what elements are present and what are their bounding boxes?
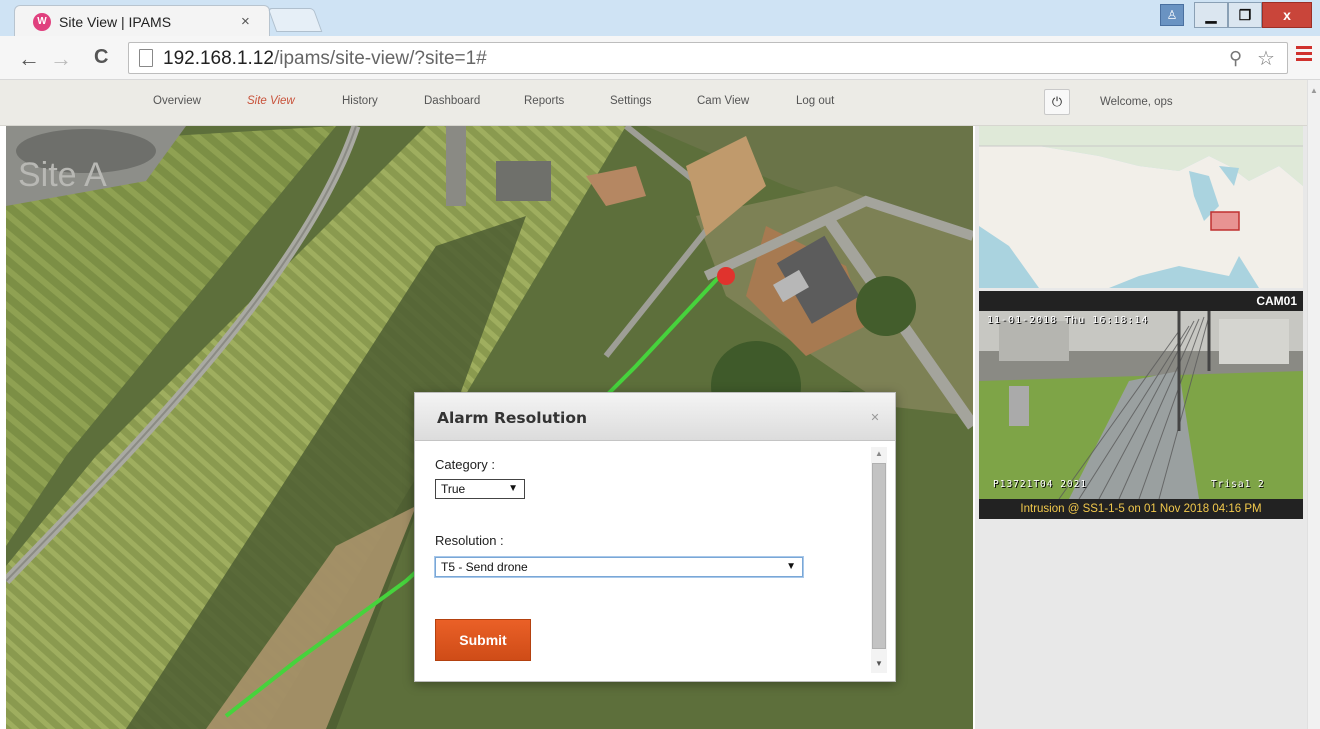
- power-icon[interactable]: ⏻: [1044, 89, 1070, 115]
- dialog-scrollbar[interactable]: ▲ ▼: [871, 447, 887, 673]
- reload-icon[interactable]: C: [94, 46, 108, 69]
- scroll-thumb[interactable]: [872, 463, 886, 649]
- category-label: Category :: [435, 457, 495, 472]
- window-close-button[interactable]: x: [1262, 2, 1312, 28]
- resolution-value: T5 - Send drone: [441, 560, 528, 574]
- side-panel: CAM01 11-01-2018 Thu 16:18:14 P13721T04 …: [975, 126, 1307, 729]
- welcome-text: Welcome, ops: [1100, 96, 1173, 108]
- page-icon: [139, 49, 153, 67]
- camera-timestamp: 11-01-2018 Thu 16:18:14: [987, 315, 1149, 326]
- camera-image: 11-01-2018 Thu 16:18:14 P13721T04 2021 T…: [979, 311, 1303, 499]
- site-location-marker: [1210, 211, 1240, 231]
- alarm-marker[interactable]: [717, 267, 735, 285]
- camera-overlay-right: Trisa1 2: [1211, 479, 1265, 490]
- nav-dashboard[interactable]: Dashboard: [424, 95, 480, 107]
- url-text: 192.168.1.12/ipams/site-view/?site=1#: [163, 48, 487, 70]
- app-nav-bar: Overview Site View History Dashboard Rep…: [0, 80, 1307, 126]
- resolution-label: Resolution :: [435, 533, 504, 548]
- back-arrow-icon[interactable]: ←: [18, 46, 40, 72]
- camera-name: CAM01: [1256, 294, 1297, 308]
- map-site-label: Site A: [18, 156, 107, 194]
- new-tab-button[interactable]: [267, 8, 323, 32]
- nav-reports[interactable]: Reports: [524, 95, 564, 107]
- intrusion-caption: Intrusion @ SS1-1-5 on 01 Nov 2018 04:16…: [1020, 503, 1262, 515]
- nav-settings[interactable]: Settings: [610, 95, 652, 107]
- url-host: 192.168.1.12: [163, 48, 274, 69]
- nav-history[interactable]: History: [342, 95, 378, 107]
- alarm-resolution-dialog: Alarm Resolution ✕ Category : True ▼ Res…: [414, 392, 896, 682]
- window-maximize-button[interactable]: ❐: [1228, 2, 1262, 28]
- dialog-body: Category : True ▼ Resolution : T5 - Send…: [415, 441, 895, 681]
- window-minimize-button[interactable]: ▁: [1194, 2, 1228, 28]
- category-value: True: [441, 482, 466, 496]
- site-favicon-icon: W: [33, 13, 51, 31]
- page-scroll-up-icon[interactable]: ▲: [1310, 86, 1318, 95]
- scroll-up-icon[interactable]: ▲: [875, 449, 883, 458]
- tab-title: Site View | IPAMS: [59, 14, 172, 30]
- browser-menu-icon[interactable]: [1296, 46, 1312, 62]
- camera-overlay-left: P13721T04 2021: [993, 479, 1088, 490]
- resolution-select[interactable]: T5 - Send drone ▼: [435, 557, 803, 577]
- user-profile-icon[interactable]: ♙: [1160, 4, 1184, 26]
- address-bar[interactable]: 192.168.1.12/ipams/site-view/?site=1# ⚲ …: [128, 42, 1288, 74]
- scroll-down-icon[interactable]: ▼: [875, 659, 883, 668]
- submit-button[interactable]: Submit: [435, 619, 531, 661]
- chevron-down-icon: ▼: [786, 561, 796, 572]
- us-map-graphic: [979, 126, 1303, 288]
- close-icon[interactable]: ✕: [867, 410, 883, 426]
- chevron-down-icon: ▼: [508, 483, 518, 494]
- zoom-icon[interactable]: ⚲: [1229, 48, 1242, 69]
- bookmark-star-icon[interactable]: ☆: [1257, 46, 1275, 71]
- dialog-title: Alarm Resolution: [437, 409, 588, 427]
- nav-overview[interactable]: Overview: [153, 95, 201, 107]
- nav-log-out[interactable]: Log out: [796, 95, 834, 107]
- camera-feed[interactable]: CAM01 11-01-2018 Thu 16:18:14 P13721T04 …: [979, 291, 1303, 519]
- camera-header: CAM01: [979, 291, 1303, 311]
- dialog-header: Alarm Resolution ✕: [415, 393, 895, 441]
- nav-cam-view[interactable]: Cam View: [697, 95, 749, 107]
- overview-minimap[interactable]: [979, 126, 1303, 288]
- nav-site-view[interactable]: Site View: [247, 95, 295, 107]
- browser-tab[interactable]: W Site View | IPAMS ×: [14, 5, 270, 36]
- browser-toolbar: ← → C 192.168.1.12/ipams/site-view/?site…: [0, 36, 1320, 80]
- category-select[interactable]: True ▼: [435, 479, 525, 499]
- forward-arrow-icon[interactable]: →: [50, 46, 72, 72]
- page-scrollbar[interactable]: ▲: [1307, 80, 1320, 729]
- url-path: /ipams/site-view/?site=1#: [273, 48, 487, 69]
- tab-close-icon[interactable]: ×: [241, 13, 250, 30]
- browser-tab-bar: W Site View | IPAMS × ♙ ▁ ❐ x: [0, 0, 1320, 36]
